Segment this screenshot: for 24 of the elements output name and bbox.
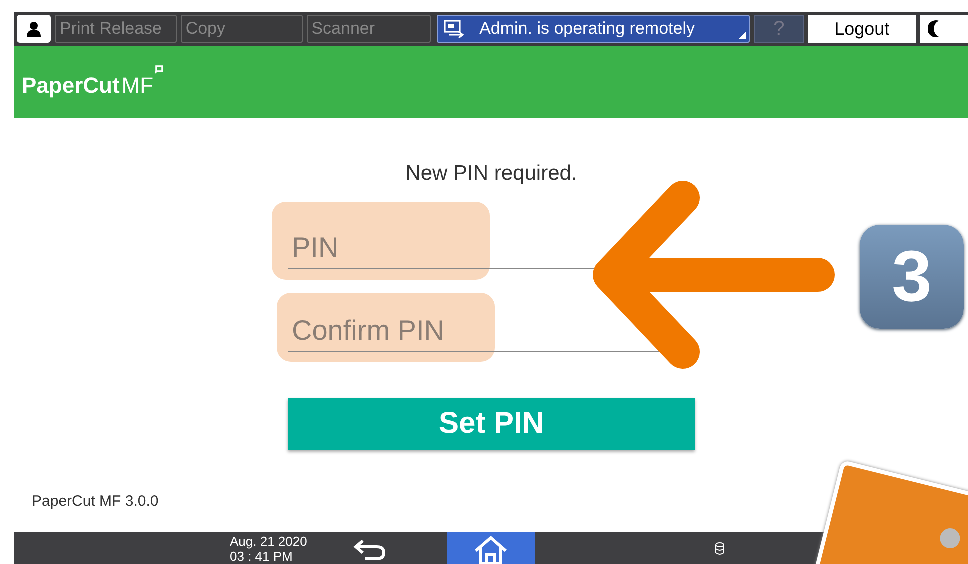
papercut-logo: PaperCutMF [22, 65, 164, 99]
app-tab[interactable]: Scanner [306, 15, 431, 43]
app-tab[interactable]: Print Release [54, 15, 177, 43]
user-button[interactable] [17, 15, 51, 43]
storage-icon [715, 542, 725, 556]
pin-input-field[interactable]: PIN [288, 228, 674, 269]
sleep-button[interactable] [920, 15, 968, 43]
back-icon[interactable] [353, 538, 387, 562]
home-icon [474, 536, 508, 564]
remote-status-text: Admin. is operating remotely [480, 19, 695, 39]
remote-screen-icon [444, 20, 466, 38]
app-tab[interactable]: Copy [180, 15, 303, 43]
remote-status-button[interactable]: Admin. is operating remotely [436, 15, 750, 43]
date-time-label: Aug. 21 2020 03 : 41 PM [230, 534, 308, 564]
help-button[interactable]: ? [754, 15, 804, 43]
step-number-badge: 3 [860, 225, 964, 329]
logout-button[interactable]: Logout [808, 15, 916, 43]
corner-triangle-icon [739, 32, 746, 39]
form-heading: New PIN required. [404, 162, 578, 186]
home-button[interactable] [447, 532, 535, 564]
user-icon [26, 21, 42, 37]
set-pin-button[interactable]: Set PIN [288, 398, 695, 450]
version-label: PaperCut MF 3.0.0 [32, 493, 159, 510]
pin-input-field[interactable]: Confirm PIN [288, 311, 674, 352]
